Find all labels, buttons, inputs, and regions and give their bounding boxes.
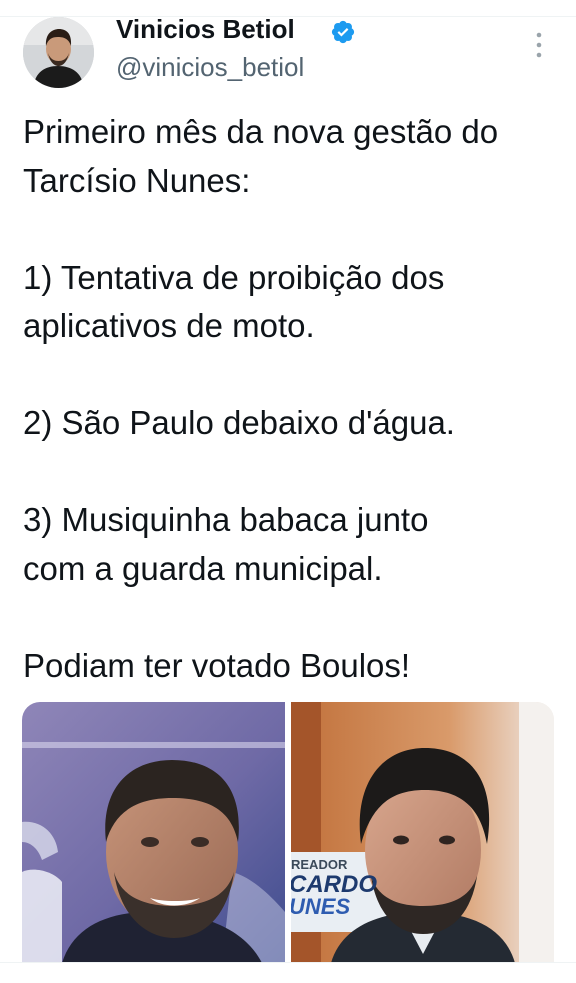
media-photo-right[interactable]: READOR CARDO UNES: [291, 702, 554, 963]
author-avatar[interactable]: [23, 17, 94, 88]
media-photo-left[interactable]: [22, 702, 285, 963]
photo-man-smiling: [22, 702, 285, 963]
tweet-line: aplicativos de moto.: [23, 307, 315, 344]
tweet-line: com a guarda municipal.: [23, 549, 383, 587]
tweet-line: 3) Musiquinha babaca junto: [23, 501, 429, 538]
backdrop-text: UNES: [291, 894, 350, 919]
backdrop-text: READOR: [291, 857, 348, 872]
tweet-line: Tarcísio Nunes:: [23, 161, 251, 199]
bottom-divider: [0, 962, 576, 963]
verified-badge-icon: [331, 20, 355, 44]
photo-man-portrait: READOR CARDO UNES: [291, 702, 554, 963]
tweet-line: 1) Tentativa de proibição dos: [23, 258, 445, 296]
author-handle[interactable]: @vinicios_betiol: [116, 52, 304, 83]
tweet-media[interactable]: READOR CARDO UNES: [22, 702, 554, 963]
tweet-line: 2) São Paulo debaixo d'água.: [23, 404, 455, 441]
tweet-line: Primeiro mês da nova gestão do: [23, 113, 499, 150]
avatar-image: [23, 17, 94, 88]
more-options-icon[interactable]: [528, 28, 550, 62]
tweet-line: Podiam ter votado Boulos!: [23, 646, 411, 684]
tweet-text: Primeiro mês da nova gestão do Tarcísio …: [23, 108, 563, 690]
author-name[interactable]: Vinicios Betiol: [116, 14, 295, 45]
